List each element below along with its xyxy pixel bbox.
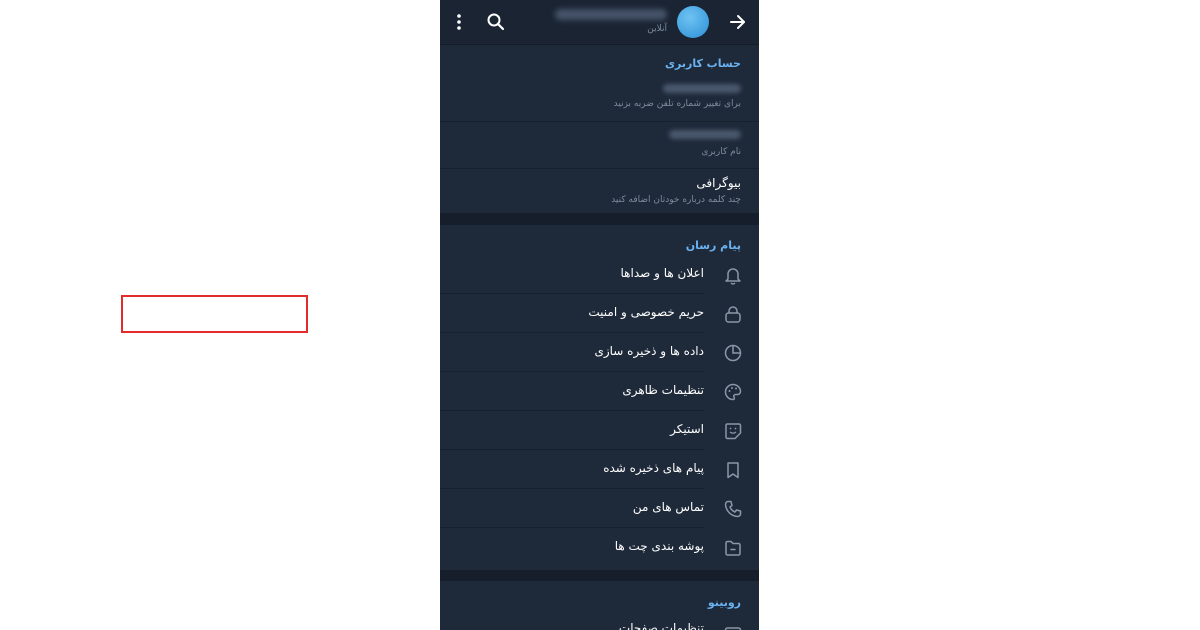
menu-item-my-calls[interactable]: تماس های من [440, 489, 759, 528]
menu-item-label: تماس های من [632, 500, 704, 514]
settings-screen: آنلاین حساب کاربری برای تغییر شماره تلفن… [440, 0, 759, 630]
lock-icon [722, 303, 744, 325]
menu-item-label: تنظیمات ظاهری [622, 383, 704, 397]
menu-item-label: حریم خصوصی و امنیت [588, 305, 704, 319]
online-status: آنلاین [647, 24, 667, 34]
phone-icon [722, 498, 744, 520]
menu-item-chat-folders[interactable]: پوشه بندی چت ها [440, 528, 759, 567]
bio-label: بیوگرافی [696, 176, 741, 190]
phone-number-blurred [663, 84, 741, 93]
menu-item-label: استیکر [670, 422, 704, 436]
bio-row[interactable]: بیوگرافی چند کلمه درباره خودتان اضافه کن… [440, 169, 759, 213]
menu-item-label: پیام های ذخیره شده [603, 461, 704, 475]
bell-icon [722, 264, 744, 286]
phone-hint: برای تغییر شماره تلفن ضربه بزنید [613, 99, 741, 109]
section-gap [440, 213, 759, 225]
palette-icon [722, 381, 744, 403]
menu-item-label: پوشه بندی چت ها [614, 539, 704, 553]
username-hint: نام کاربری [701, 147, 741, 157]
messenger-section-title: پیام رسان [685, 239, 741, 252]
menu-item-page-settings[interactable]: تنظیمات صفحات [440, 615, 759, 630]
account-section: حساب کاربری برای تغییر شماره تلفن ضربه ب… [440, 45, 759, 213]
menu-item-notifications[interactable]: اعلان ها و صداها [440, 255, 759, 294]
rubino-section-title: روبینو [707, 596, 741, 609]
profile-card-icon [722, 623, 744, 630]
account-section-title: حساب کاربری [664, 57, 741, 70]
messenger-section: پیام رسان اعلان ها و صداها حریم خصوصی و … [440, 225, 759, 570]
menu-item-stickers[interactable]: استیکر [440, 411, 759, 450]
highlight-box [121, 295, 308, 333]
username-blurred [669, 130, 741, 139]
top-bar: آنلاین [440, 0, 759, 45]
pie-chart-icon [722, 342, 744, 364]
menu-item-label: تنظیمات صفحات [618, 621, 704, 630]
menu-item-data-storage[interactable]: داده ها و ذخیره سازی [440, 333, 759, 372]
bookmark-icon [722, 459, 744, 481]
menu-item-saved-messages[interactable]: پیام های ذخیره شده [440, 450, 759, 489]
avatar[interactable] [677, 6, 709, 38]
rubino-section: روبینو تنظیمات صفحات [440, 581, 759, 630]
menu-item-appearance[interactable]: تنظیمات ظاهری [440, 372, 759, 411]
username-row[interactable]: نام کاربری [440, 122, 759, 167]
menu-item-label: داده ها و ذخیره سازی [594, 344, 704, 358]
folder-icon [722, 537, 744, 559]
menu-item-privacy-security[interactable]: حریم خصوصی و امنیت [440, 294, 759, 333]
profile-name-blurred [555, 9, 667, 20]
arrow-right-icon[interactable] [728, 12, 748, 32]
more-vertical-icon[interactable] [450, 12, 468, 32]
phone-row[interactable]: برای تغییر شماره تلفن ضربه بزنید [440, 77, 759, 120]
section-gap [440, 570, 759, 581]
menu-item-label: اعلان ها و صداها [620, 266, 705, 280]
bio-hint: چند کلمه درباره خودتان اضافه کنید [611, 195, 741, 205]
sticker-icon [722, 420, 744, 442]
search-icon[interactable] [486, 12, 506, 32]
